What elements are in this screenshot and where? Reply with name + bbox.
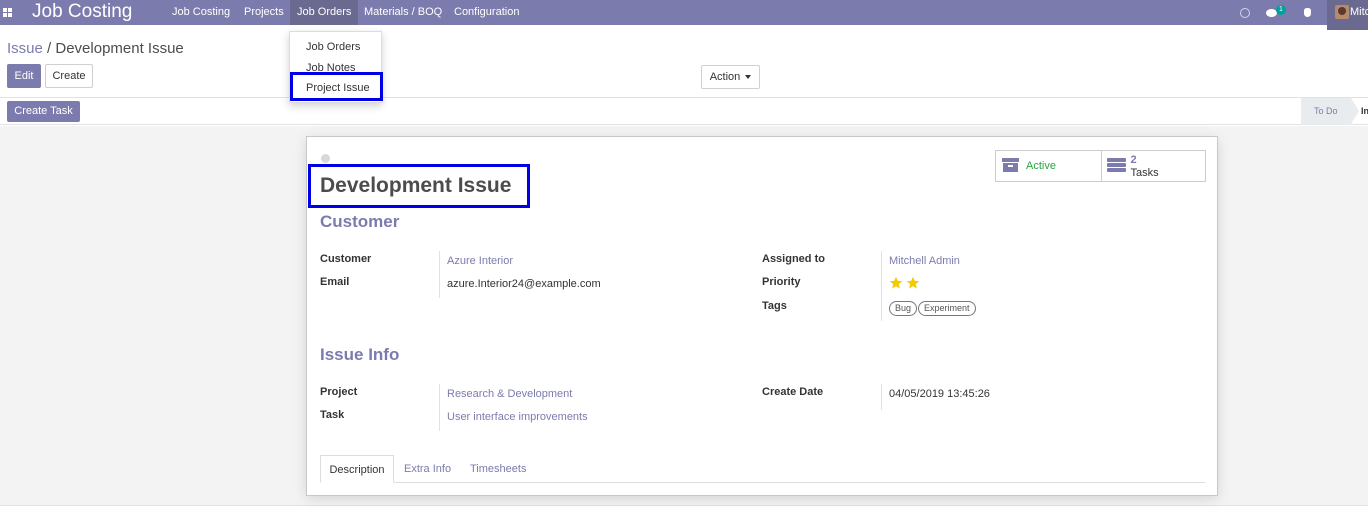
job-orders-dropdown: Job Orders Job Notes Project Issue <box>289 31 382 103</box>
edit-button[interactable]: Edit <box>7 64 41 88</box>
task-field[interactable]: User interface improvements <box>447 411 588 423</box>
tab-description[interactable]: Description <box>320 455 394 483</box>
breadcrumb-current: Development Issue <box>55 40 184 57</box>
tag-badge[interactable]: Bug <box>889 301 918 316</box>
project-field[interactable]: Research & Development <box>447 388 572 400</box>
priority-label: Priority <box>762 276 801 288</box>
dropdown-item-job-notes[interactable]: Job Notes <box>306 62 356 74</box>
active-toggle-button[interactable]: Active <box>996 151 1101 181</box>
debug-bug-icon[interactable] <box>1304 0 1311 25</box>
dropdown-item-project-issue[interactable]: Project Issue <box>306 82 370 94</box>
app-title[interactable]: Job Costing <box>32 1 132 23</box>
menu-configuration[interactable]: Configuration <box>452 0 521 25</box>
menu-projects[interactable]: Projects <box>242 0 286 25</box>
user-name[interactable]: Mitc <box>1350 0 1368 25</box>
activity-clock-icon[interactable] <box>1240 0 1250 25</box>
apps-grid-icon[interactable] <box>3 8 12 17</box>
dropdown-item-job-orders[interactable]: Job Orders <box>306 41 360 53</box>
menu-materials-boq[interactable]: Materials / BOQ <box>362 0 444 25</box>
tab-extra-info[interactable]: Extra Info <box>404 455 451 483</box>
field-divider <box>881 251 882 321</box>
customer-section-title: Customer <box>320 212 400 231</box>
breadcrumb-parent[interactable]: Issue <box>7 40 43 57</box>
chevron-down-icon <box>745 75 752 80</box>
create-button[interactable]: Create <box>45 64 93 88</box>
assigned-field[interactable]: Mitchell Admin <box>889 255 960 267</box>
email-field[interactable]: azure.Interior24@example.com <box>447 278 601 290</box>
issue-info-section-title: Issue Info <box>320 345 400 364</box>
stage-arrow <box>1351 98 1359 124</box>
create-date-label: Create Date <box>762 386 824 398</box>
kanban-state-icon[interactable] <box>321 154 330 163</box>
star-icon[interactable] <box>889 276 903 290</box>
tags-label: Tags <box>762 300 787 312</box>
tasks-smart-button[interactable]: 2 Tasks <box>1100 151 1206 181</box>
record-title: Development Issue <box>320 174 512 197</box>
field-divider <box>439 384 440 431</box>
assigned-label: Assigned to <box>762 253 825 265</box>
breadcrumb-separator: / <box>47 40 52 57</box>
tab-timesheets[interactable]: Timesheets <box>470 455 526 483</box>
statusbar: Create Task To Do In <box>0 98 1368 125</box>
menu-job-orders[interactable]: Job Orders <box>290 0 359 25</box>
breadcrumb: Issue / Development Issue <box>7 40 184 57</box>
smart-buttons: Active 2 Tasks <box>995 150 1206 182</box>
form-sheet: Development Issue Active 2 Tasks Custome… <box>306 136 1218 496</box>
action-label: Action <box>709 71 741 83</box>
notebook-tabs: Description Extra Info Timesheets <box>320 455 1205 483</box>
field-divider <box>439 251 440 298</box>
stage-todo[interactable]: To Do <box>1301 98 1351 125</box>
create-date-field[interactable]: 04/05/2019 13:45:26 <box>889 388 990 400</box>
chat-icon[interactable] <box>1266 0 1277 25</box>
create-task-button[interactable]: Create Task <box>7 101 80 122</box>
menu-job-costing[interactable]: Job Costing <box>170 0 232 25</box>
chat-badge: 1 <box>1276 5 1286 15</box>
action-button[interactable]: Action <box>701 65 760 89</box>
tasks-icon <box>1106 158 1126 173</box>
top-navbar: Job Costing Job Costing Projects Job Ord… <box>0 0 1368 25</box>
avatar[interactable] <box>1335 5 1349 19</box>
star-icon[interactable] <box>906 276 920 290</box>
active-label: Active <box>1026 160 1056 172</box>
tasks-count: 2 <box>1130 154 1137 166</box>
tasks-label: Tasks <box>1130 167 1159 179</box>
customer-label: Customer <box>320 253 372 265</box>
email-label: Email <box>320 276 350 288</box>
task-label: Task <box>320 409 345 421</box>
archive-icon <box>1002 158 1019 172</box>
project-label: Project <box>320 386 358 398</box>
field-divider <box>881 384 882 410</box>
stage-in-progress[interactable]: In <box>1361 98 1368 125</box>
customer-field[interactable]: Azure Interior <box>447 255 513 267</box>
divider <box>0 505 1368 506</box>
tag-badge[interactable]: Experiment <box>918 301 976 316</box>
